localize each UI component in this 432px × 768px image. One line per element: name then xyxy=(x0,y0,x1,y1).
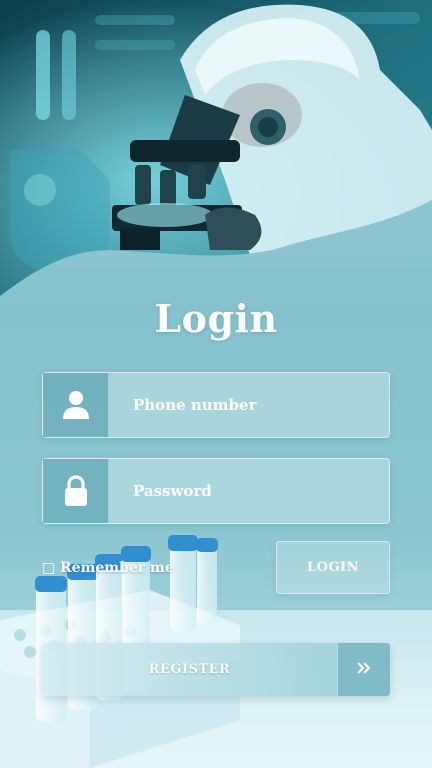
hero-image xyxy=(0,0,432,300)
lock-icon xyxy=(43,459,109,523)
register-arrow-button[interactable] xyxy=(337,643,390,696)
password-input[interactable] xyxy=(109,459,389,523)
phone-field[interactable] xyxy=(42,372,390,438)
login-button[interactable]: LOGIN xyxy=(276,541,390,594)
password-field[interactable] xyxy=(42,458,390,524)
register-group: REGISTER xyxy=(42,643,390,696)
user-icon xyxy=(43,373,109,437)
register-button[interactable]: REGISTER xyxy=(42,643,337,696)
double-chevron-right-icon xyxy=(356,661,372,678)
page-title: Login xyxy=(154,296,278,341)
phone-input[interactable] xyxy=(109,373,389,437)
remember-me-checkbox[interactable]: Remember me xyxy=(43,560,174,576)
remember-me-label: Remember me xyxy=(60,560,174,576)
checkbox-icon[interactable] xyxy=(43,562,54,574)
